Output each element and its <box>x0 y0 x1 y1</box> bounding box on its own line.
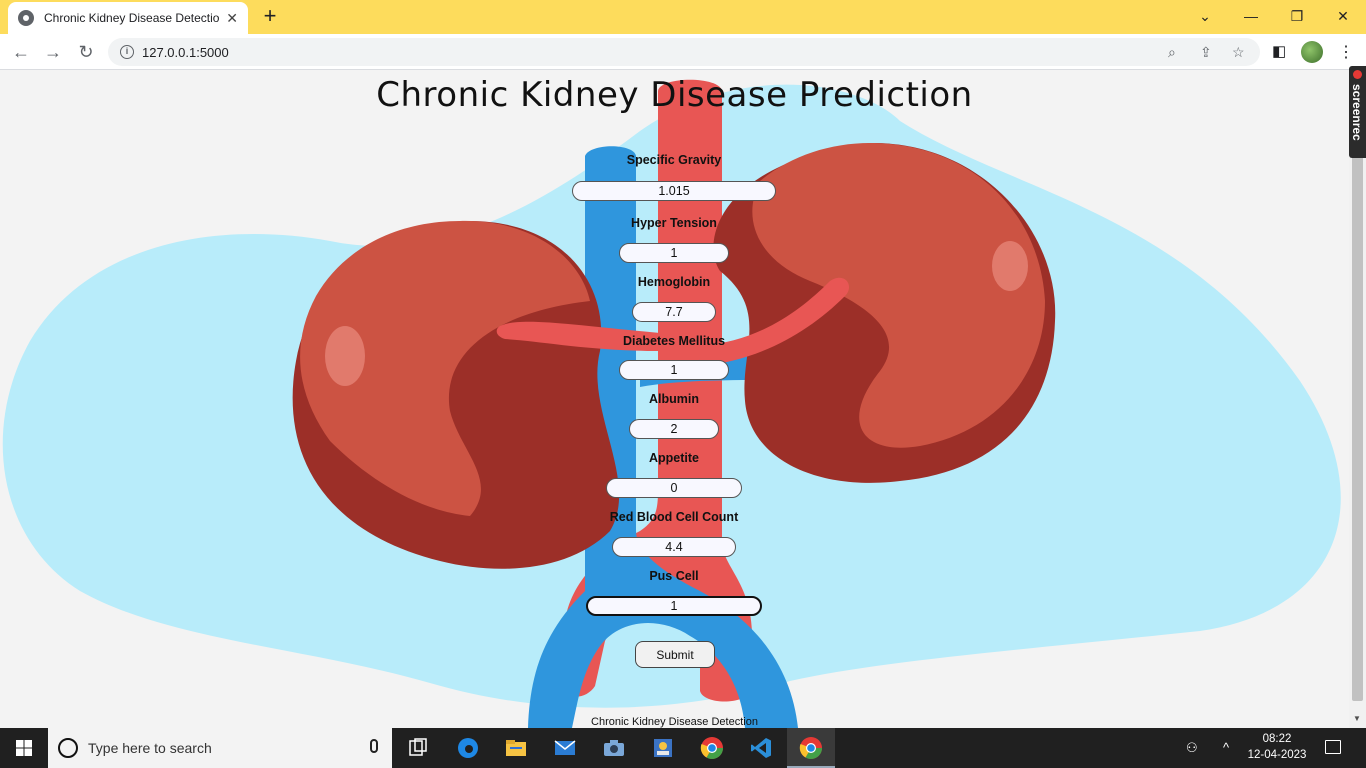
edge-browser-icon[interactable] <box>456 736 480 760</box>
show-hidden-icons-chevron-icon[interactable]: ^ <box>1223 740 1229 755</box>
share-icon[interactable]: ⇪ <box>1200 44 1212 61</box>
notification-center-icon[interactable] <box>1325 740 1341 754</box>
microphone-icon[interactable] <box>370 739 378 753</box>
globe-icon <box>18 10 34 26</box>
right-kidney-highlight <box>992 241 1028 291</box>
minimize-button[interactable]: — <box>1239 4 1263 28</box>
bookmark-star-icon[interactable]: ☆ <box>1232 44 1245 61</box>
restore-button[interactable]: ❐ <box>1285 4 1309 28</box>
forward-button[interactable]: → <box>41 40 65 64</box>
close-window-button[interactable]: ✕ <box>1331 4 1355 28</box>
file-explorer-icon[interactable] <box>504 736 528 760</box>
label-appetite: Appetite <box>649 451 699 465</box>
hyper-tension-input[interactable] <box>619 243 729 263</box>
back-button[interactable]: ← <box>9 40 33 64</box>
label-diabetes-mellitus: Diabetes Mellitus <box>622 334 726 348</box>
screenrec-overlay[interactable]: screenrec <box>1349 66 1366 158</box>
left-kidney-highlight <box>325 326 365 386</box>
active-chrome-task[interactable] <box>787 728 835 768</box>
taskbar-search[interactable]: Type here to search <box>48 728 392 768</box>
label-specific-gravity: Specific Gravity <box>626 153 722 167</box>
screenrec-label: screenrec <box>1350 84 1364 141</box>
taskbar-clock[interactable]: 08:22 12-04-2023 <box>1246 731 1308 763</box>
page-scrollbar[interactable]: ▲ ▼ <box>1349 71 1366 728</box>
task-view-icon[interactable] <box>406 736 430 760</box>
url-text: 127.0.0.1:5000 <box>142 44 229 60</box>
label-red-blood-cell-count: Red Blood Cell Count <box>609 510 739 524</box>
label-pus-cell: Pus Cell <box>649 569 699 583</box>
hemoglobin-input[interactable] <box>632 302 716 322</box>
label-hyper-tension: Hyper Tension <box>631 216 717 230</box>
scroll-down-arrow-icon[interactable]: ▼ <box>1353 714 1361 723</box>
red-blood-cell-count-input[interactable] <box>612 537 736 557</box>
scroll-thumb[interactable] <box>1352 83 1363 701</box>
start-button[interactable] <box>0 728 48 768</box>
label-hemoglobin: Hemoglobin <box>637 275 711 289</box>
tab-title: Chronic Kidney Disease Detectior <box>44 11 220 25</box>
mail-icon[interactable] <box>553 736 577 760</box>
zoom-icon[interactable]: ⌕ <box>1168 44 1176 61</box>
windows-logo-icon <box>16 740 32 756</box>
tab-search-chevron-icon[interactable]: ⌄ <box>1193 4 1217 28</box>
appetite-input[interactable] <box>606 478 742 498</box>
clock-time: 08:22 <box>1262 733 1292 745</box>
search-placeholder: Type here to search <box>88 740 212 756</box>
profile-avatar[interactable] <box>1301 41 1323 63</box>
site-info-icon[interactable]: i <box>120 45 134 59</box>
photos-app-icon[interactable] <box>651 736 675 760</box>
chrome-icon[interactable] <box>700 736 724 760</box>
camera-icon[interactable] <box>602 736 626 760</box>
diabetes-mellitus-input[interactable] <box>619 360 729 380</box>
close-tab-icon[interactable]: ✕ <box>226 10 238 27</box>
new-tab-button[interactable]: + <box>258 4 282 28</box>
label-albumin: Albumin <box>649 392 699 406</box>
specific-gravity-input[interactable] <box>572 181 776 201</box>
search-icon <box>58 738 78 758</box>
address-bar[interactable]: i 127.0.0.1:5000 ⌕ ⇪ ☆ <box>108 38 1260 66</box>
people-icon[interactable]: ⚇ <box>1186 740 1198 756</box>
side-panel-icon[interactable]: ◧ <box>1272 42 1286 60</box>
browser-tab[interactable]: Chronic Kidney Disease Detectior ✕ <box>8 2 248 34</box>
browser-toolbar: ← → ↻ i 127.0.0.1:5000 ⌕ ⇪ ☆ ◧ ⋮ <box>0 34 1366 70</box>
page-footer: Chronic Kidney Disease Detection <box>591 716 758 728</box>
record-dot-icon <box>1353 70 1362 79</box>
albumin-input[interactable] <box>629 419 719 439</box>
reload-button[interactable]: ↻ <box>74 40 98 64</box>
menu-kebab-icon[interactable]: ⋮ <box>1338 42 1354 62</box>
vscode-icon[interactable] <box>749 736 773 760</box>
prediction-form: Specific Gravity Hyper Tension Hemoglobi… <box>474 71 874 728</box>
page-viewport: Chronic Kidney Disease Prediction Specif… <box>0 71 1349 728</box>
chrome-profile-icon <box>799 737 822 759</box>
clock-date: 12-04-2023 <box>1247 749 1307 761</box>
browser-tab-strip: Chronic Kidney Disease Detectior ✕ + ⌄ —… <box>0 0 1366 34</box>
windows-taskbar: Type here to search ⚇ ^ 08:22 12-04-2023 <box>0 728 1366 768</box>
submit-button[interactable]: Submit <box>635 641 715 668</box>
pus-cell-input[interactable] <box>586 596 762 616</box>
